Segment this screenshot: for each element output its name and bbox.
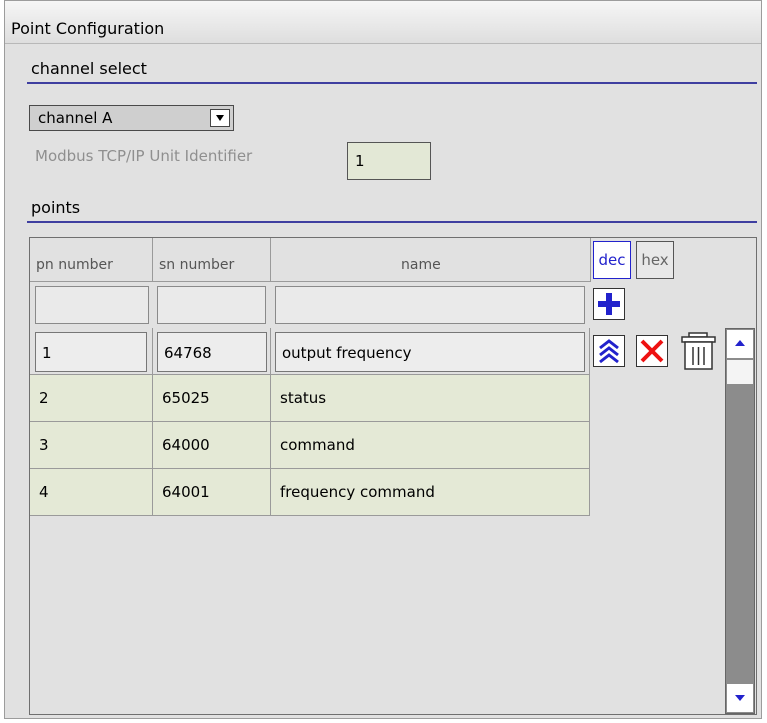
table-row[interactable]: 1 64768 output frequency bbox=[30, 328, 590, 375]
cell-sn: 65025 bbox=[153, 375, 271, 422]
scroll-thumb[interactable] bbox=[727, 360, 753, 384]
filter-sn-input[interactable] bbox=[157, 286, 266, 324]
cell-pn: 2 bbox=[30, 375, 153, 422]
points-section-label: points bbox=[31, 198, 81, 217]
unit-id-label: Modbus TCP/IP Unit Identifier bbox=[35, 147, 253, 165]
cell-pn: 1 bbox=[30, 328, 153, 375]
cell-pn: 4 bbox=[30, 469, 153, 516]
panel-title: Point Configuration bbox=[11, 19, 165, 38]
close-icon bbox=[640, 339, 664, 363]
table-row[interactable]: 4 64001 frequency command bbox=[30, 469, 590, 516]
column-header-pn[interactable]: pn number bbox=[30, 238, 153, 282]
channel-select[interactable]: channel A bbox=[29, 105, 234, 131]
plus-icon bbox=[598, 293, 620, 315]
double-chevron-up-icon bbox=[599, 339, 619, 364]
edit-name-input[interactable]: output frequency bbox=[275, 332, 585, 372]
table-row[interactable]: 2 65025 status bbox=[30, 375, 590, 422]
trash-icon bbox=[681, 332, 716, 370]
arrow-up-icon[interactable] bbox=[727, 330, 753, 358]
cancel-edit-button[interactable] bbox=[636, 335, 668, 367]
dec-toggle-button[interactable]: dec bbox=[593, 241, 631, 279]
title-bar: Point Configuration bbox=[5, 1, 761, 44]
cell-sn: 64000 bbox=[153, 422, 271, 469]
dropdown-arrow-icon[interactable] bbox=[210, 109, 230, 127]
table-row[interactable]: 3 64000 command bbox=[30, 422, 590, 469]
cell-pn: 3 bbox=[30, 422, 153, 469]
hex-toggle-button[interactable]: hex bbox=[636, 241, 674, 279]
cell-sn: 64768 bbox=[153, 328, 271, 375]
point-configuration-panel: Point Configuration channel select chann… bbox=[4, 0, 762, 719]
points-section-divider bbox=[27, 221, 757, 223]
column-header-sn[interactable]: sn number bbox=[153, 238, 271, 282]
column-header-name[interactable]: name bbox=[271, 238, 591, 282]
vertical-scrollbar[interactable] bbox=[725, 328, 755, 714]
filter-name-input[interactable] bbox=[275, 286, 585, 324]
edit-sn-input[interactable]: 64768 bbox=[157, 332, 267, 372]
edit-pn-input[interactable]: 1 bbox=[35, 332, 147, 372]
channel-section-divider bbox=[27, 82, 757, 84]
delete-point-button[interactable] bbox=[679, 331, 719, 371]
channel-section-label: channel select bbox=[31, 59, 147, 78]
filter-pn-input[interactable] bbox=[35, 286, 149, 324]
arrow-down-icon[interactable] bbox=[727, 684, 753, 712]
add-point-button[interactable] bbox=[593, 288, 625, 320]
cell-name: output frequency bbox=[271, 328, 590, 375]
cell-sn: 64001 bbox=[153, 469, 271, 516]
cell-name: status bbox=[271, 375, 590, 422]
unit-id-input[interactable] bbox=[347, 142, 431, 180]
channel-select-value: channel A bbox=[38, 109, 113, 127]
move-top-button[interactable] bbox=[593, 335, 625, 367]
cell-name: frequency command bbox=[271, 469, 590, 516]
cell-name: command bbox=[271, 422, 590, 469]
